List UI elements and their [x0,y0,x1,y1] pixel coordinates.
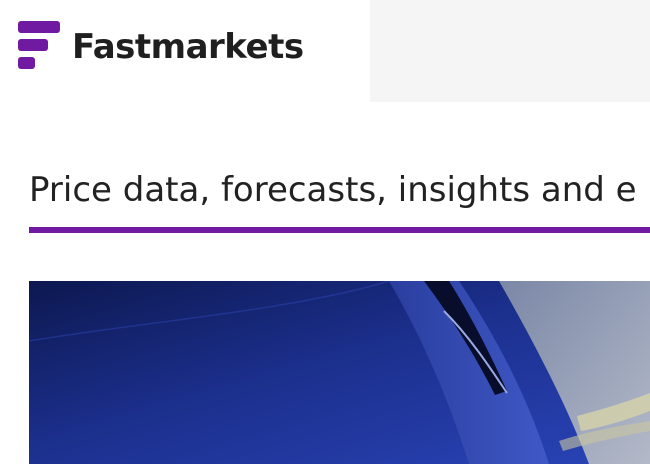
page: Fastmarkets Price data, forecasts, insig… [0,0,650,464]
title-underline [29,227,650,233]
fastmarkets-logo-icon [18,21,60,69]
page-title: Price data, forecasts, insights and e [29,170,637,210]
site-header: Fastmarkets [0,0,650,102]
fastmarkets-logo-link[interactable]: Fastmarkets [18,20,304,70]
brand-name: Fastmarkets [72,27,304,67]
hero-image-car-icon [29,281,650,464]
hero-image [29,281,650,464]
header-panel [370,0,650,102]
